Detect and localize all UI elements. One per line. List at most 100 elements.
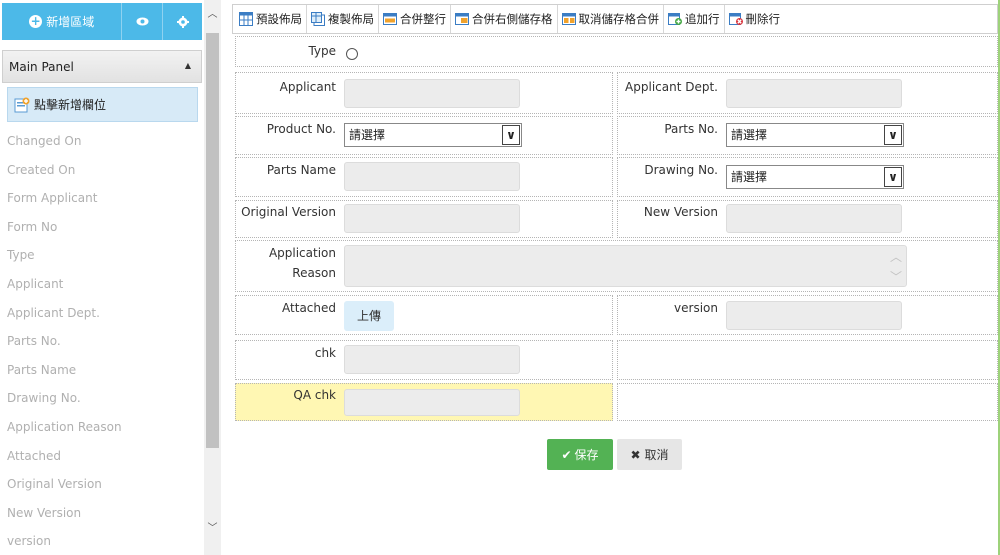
- field-item-drawing-no[interactable]: Drawing No.: [7, 384, 203, 413]
- drawing-no-label: Drawing No.: [644, 163, 718, 177]
- type-radio[interactable]: [346, 48, 358, 60]
- product-no-label: Product No.: [266, 122, 336, 136]
- close-icon: ✖: [630, 447, 641, 462]
- applicant-dept-cell[interactable]: Applicant Dept.: [617, 72, 998, 114]
- preview-button[interactable]: [122, 3, 163, 40]
- add-field-icon: [14, 97, 30, 112]
- field-item-applicant-dept[interactable]: Applicant Dept.: [7, 299, 203, 328]
- field-item-attached[interactable]: Attached: [7, 442, 203, 471]
- reason-label-line1: Application: [268, 246, 336, 260]
- chk-input[interactable]: [344, 345, 520, 374]
- scroll-down-icon[interactable]: ﹀: [204, 520, 221, 537]
- qa-chk-input[interactable]: [344, 389, 520, 416]
- parts-no-value: 請選擇: [731, 128, 768, 142]
- applicant-input[interactable]: [344, 79, 520, 108]
- copy-layout-button[interactable]: 複製佈局: [307, 5, 379, 33]
- field-item-parts-no[interactable]: Parts No.: [7, 327, 203, 356]
- merge-right-button[interactable]: 合併右側儲存格: [451, 5, 558, 33]
- parts-no-select[interactable]: 請選擇 ∨: [726, 123, 904, 147]
- version-cell[interactable]: version: [617, 295, 998, 335]
- add-area-button[interactable]: + 新增區域: [2, 3, 123, 40]
- append-row-button[interactable]: 追加行: [664, 5, 725, 33]
- delete-row-icon: [728, 13, 743, 25]
- collapse-arrow-icon[interactable]: ▲: [185, 61, 191, 70]
- field-item-form-applicant[interactable]: Form Applicant: [7, 184, 203, 213]
- attached-label: Attached: [282, 301, 336, 315]
- field-item-created-on[interactable]: Created On: [7, 156, 203, 185]
- default-layout-label: 預設佈局: [256, 12, 302, 26]
- textarea-scroll-up-icon[interactable]: ︿: [890, 248, 902, 265]
- drawing-no-value: 請選擇: [731, 170, 768, 184]
- chevron-down-icon[interactable]: ∨: [884, 167, 902, 187]
- parts-no-label: Parts No.: [664, 122, 718, 136]
- field-item-changed-on[interactable]: Changed On: [7, 127, 203, 156]
- drawing-no-select[interactable]: 請選擇 ∨: [726, 165, 904, 189]
- layout-toolbar: 預設佈局 複製佈局 合併整行 合併右側儲存格 取消儲存格合併 追加行 刪除行: [232, 4, 998, 34]
- scroll-up-icon[interactable]: ︿: [204, 6, 221, 23]
- type-cell[interactable]: Type: [235, 36, 998, 67]
- plus-circle-icon: +: [29, 14, 43, 28]
- save-button[interactable]: ✔ 保存: [547, 439, 613, 470]
- main-panel-header[interactable]: Main Panel ▲: [2, 50, 202, 83]
- new-version-input[interactable]: [726, 204, 902, 233]
- applicant-dept-label: Applicant Dept.: [625, 80, 718, 94]
- gear-icon: [176, 15, 189, 28]
- eye-icon: [136, 17, 149, 26]
- merge-right-label: 合併右側儲存格: [472, 12, 553, 26]
- delete-row-button[interactable]: 刪除行: [725, 5, 785, 33]
- type-label: Type: [308, 44, 336, 58]
- left-scrollbar[interactable]: ︿ ﹀: [204, 0, 221, 555]
- merge-right-icon: [455, 13, 469, 25]
- add-field-button[interactable]: 點擊新增欄位: [7, 87, 198, 122]
- chevron-down-icon[interactable]: ∨: [502, 125, 520, 145]
- merge-row-button[interactable]: 合併整行: [379, 5, 451, 33]
- field-item-new-version[interactable]: New Version: [7, 499, 203, 528]
- applicant-dept-input[interactable]: [726, 79, 902, 108]
- original-version-input[interactable]: [344, 204, 520, 233]
- form-designer: + 新增區域 Main Panel ▲ 點擊新增欄位 Changed On Cr…: [0, 0, 1000, 555]
- empty-cell[interactable]: [617, 383, 998, 421]
- parts-name-label: Parts Name: [266, 163, 336, 177]
- original-version-label: Original Version: [241, 205, 336, 219]
- cancel-label: 取消: [644, 448, 669, 462]
- panel-title: Main Panel: [9, 59, 74, 74]
- reason-textarea[interactable]: ︿ ﹀: [344, 245, 907, 287]
- drawing-no-cell[interactable]: Drawing No. 請選擇 ∨: [617, 157, 998, 197]
- field-item-form-no[interactable]: Form No: [7, 213, 203, 242]
- cancel-button[interactable]: ✖ 取消: [617, 439, 682, 470]
- default-layout-button[interactable]: 預設佈局: [235, 5, 307, 33]
- product-no-cell[interactable]: Product No. 請選擇 ∨: [235, 116, 613, 155]
- attached-cell[interactable]: Attached 上傳: [235, 295, 613, 335]
- grid-icon: [239, 12, 253, 26]
- applicant-cell[interactable]: Applicant: [235, 72, 613, 114]
- left-panel: + 新增區域 Main Panel ▲ 點擊新增欄位 Changed On Cr…: [0, 0, 204, 555]
- product-no-select[interactable]: 請選擇 ∨: [344, 123, 522, 147]
- parts-name-input[interactable]: [344, 162, 520, 191]
- field-item-version[interactable]: version: [7, 527, 203, 555]
- chk-label: chk: [314, 346, 336, 360]
- unmerge-button[interactable]: 取消儲存格合併: [558, 5, 664, 33]
- qa-chk-label: QA chk: [293, 388, 336, 402]
- qa-chk-cell[interactable]: QA chk: [235, 383, 613, 421]
- field-item-applicant[interactable]: Applicant: [7, 270, 203, 299]
- original-version-cell[interactable]: Original Version: [235, 200, 613, 238]
- parts-no-cell[interactable]: Parts No. 請選擇 ∨: [617, 116, 998, 155]
- upload-button[interactable]: 上傳: [344, 301, 394, 331]
- version-input[interactable]: [726, 301, 902, 330]
- scroll-thumb[interactable]: [206, 33, 219, 448]
- parts-name-cell[interactable]: Parts Name: [235, 157, 613, 197]
- reason-cell[interactable]: Application Reason ︿ ﹀: [235, 240, 998, 292]
- empty-cell[interactable]: [617, 340, 998, 380]
- product-no-value: 請選擇: [349, 128, 386, 142]
- chevron-down-icon[interactable]: ∨: [884, 125, 902, 145]
- merge-row-label: 合併整行: [400, 12, 446, 26]
- field-item-original-version[interactable]: Original Version: [7, 470, 203, 499]
- field-item-parts-name[interactable]: Parts Name: [7, 356, 203, 385]
- copy-layout-label: 複製佈局: [328, 12, 374, 26]
- field-item-type[interactable]: Type: [7, 241, 203, 270]
- field-item-application-reason[interactable]: Application Reason: [7, 413, 203, 442]
- textarea-scroll-down-icon[interactable]: ﹀: [890, 268, 902, 285]
- new-version-cell[interactable]: New Version: [617, 200, 998, 238]
- chk-cell[interactable]: chk: [235, 340, 613, 380]
- settings-button[interactable]: [162, 3, 202, 40]
